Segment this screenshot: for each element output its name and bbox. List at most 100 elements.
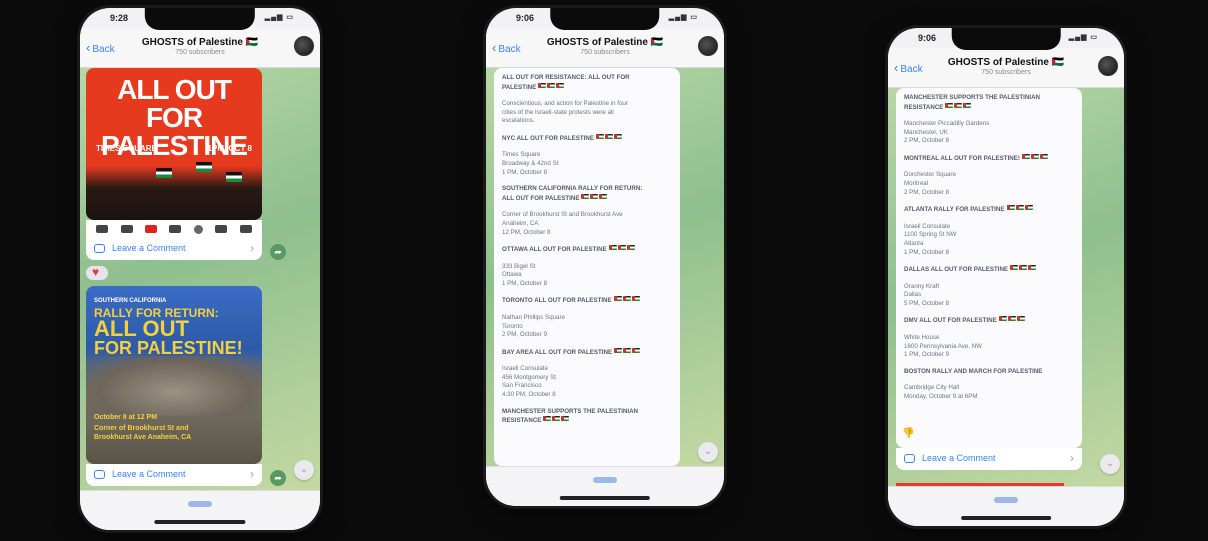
status-bar: 9:06 ▂▄▆ ▭ [888,32,1124,46]
clock: 9:28 [110,13,129,23]
clock: 9:06 [918,33,937,43]
palestine-flag-icon [538,82,565,92]
chevron-right-icon: › [250,241,254,255]
palestine-flag-icon [543,416,570,425]
share-icon[interactable]: ➦ [270,244,286,260]
chevron-right-icon: › [250,467,254,481]
chevron-down-icon[interactable]: ⌄ [1100,454,1120,474]
event-detail: escalations. [502,117,535,125]
chat-header: ‹ Back GHOSTS of Palestine 🇵🇸 750 subscri… [486,28,724,68]
event-heading: TORONTO ALL OUT FOR PALESTINE [502,296,672,306]
event-detail: 2 PM, October 8 [904,137,950,145]
avatar[interactable] [1098,56,1118,76]
chevron-down-icon[interactable]: ⌄ [294,460,314,480]
phone-left: 9:28 ▂▄▆ ▭ ‹ Back GHOSTS of Palestine 🇵🇸 … [80,8,320,530]
event-detail: 1 PM, October 8 [502,279,548,287]
event-detail: Times Square [502,151,541,159]
event-detail: Ottawa [502,271,522,279]
message-bubble[interactable]: MANCHESTER SUPPORTS THE PALESTINIAN RESIS… [896,88,1082,448]
event-detail: 12 PM, October 8 [502,228,551,236]
leave-comment-button[interactable]: Leave a Comment › [86,238,262,260]
event-detail: 4:30 PM, October 8 [502,391,556,399]
event-heading: MANCHESTER SUPPORTS THE PALESTINIAN [502,407,639,415]
status-bar: 9:28 ▂▄▆ ▭ [80,12,320,26]
heart-reaction[interactable]: ♥ [86,265,108,280]
phone-right: 9:06 ▂▄▆ ▭ ‹ Back GHOSTS of Palestine 🇵🇸 … [888,28,1124,526]
sponsor-logos [86,220,262,238]
event-detail: Montreal [904,180,929,188]
event-detail: 2 PM, October 8 [904,188,950,196]
logo [169,225,182,233]
post-image-all-out-nyc[interactable]: ALL OUT FOR PALESTINE TIMES SQUARE 1PM, … [86,68,262,220]
status-bar: 9:06 ▂▄▆ ▭ [486,12,724,26]
event-detail: 1 PM, October 8 [904,248,950,256]
channel-title[interactable]: GHOSTS of Palestine 🇵🇸 [80,37,320,48]
event-detail: Anaheim, CA [502,219,539,227]
event-detail: Dorchester Square [904,171,956,179]
event-heading: SOUTHERN CALIFORNIA RALLY FOR RETURN: [502,185,643,193]
poster-when: October 8 at 12 PM [94,414,158,421]
event-detail: Granny Kraft [904,282,940,290]
palestine-flag-icon [1010,265,1037,274]
logo [239,225,252,233]
leave-comment-button[interactable]: Leave a Comment › [86,464,262,486]
palestine-flag-icon [608,245,636,254]
chevron-down-icon[interactable]: ⌄ [698,442,718,462]
post-image-socal-rally[interactable]: SOUTHERN CALIFORNIA RALLY FOR RETURN: AL… [86,286,262,464]
unmute-button[interactable] [188,501,212,507]
event-detail: Broadway & 42nd St [502,160,559,168]
event-heading: ATLANTA RALLY FOR PALESTINE [904,205,1074,215]
bottom-bar [888,486,1124,526]
flag-icon [156,168,172,178]
chat-area[interactable]: ALL OUT FOR PALESTINE TIMES SQUARE 1PM, … [80,68,320,490]
event-detail: 1100 Spring St NW [904,231,957,239]
event-detail: Conscientious, and action for Palestine … [502,100,628,108]
chat-area[interactable]: MANCHESTER SUPPORTS THE PALESTINIAN RESIS… [888,88,1124,486]
leave-comment-button[interactable]: Leave a Comment › [896,448,1082,470]
event-detail: San Francisco [502,382,542,390]
palestine-flag-icon [1021,153,1049,163]
event-detail: 1 PM, October 9 [904,351,950,359]
event-heading: DALLAS ALL OUT FOR PALESTINE [904,265,1074,275]
home-indicator[interactable] [559,496,651,500]
channel-subscribers: 750 subscribers [981,69,1031,76]
channel-subscribers: 750 subscribers [175,49,225,56]
event-detail: Toronto [502,322,523,330]
avatar[interactable] [698,36,718,56]
event-detail: cities of the Israeli-state protests wer… [502,108,614,116]
event-heading: PALESTINE [502,82,672,93]
event-detail: Israeli Consulate [904,222,951,230]
chat-area[interactable]: ALL OUT FOR RESISTANCE: ALL OUT FOR PALES… [486,68,724,466]
event-heading: MANCHESTER SUPPORTS THE PALESTINIAN [904,94,1041,101]
home-indicator[interactable] [154,520,246,524]
unmute-button[interactable] [994,497,1018,503]
poster-line3: FOR PALESTINE! [94,338,243,358]
palestine-flag-icon [596,133,623,143]
reaction-icon[interactable]: 👎 [902,428,914,439]
poster-time: 1PM, OCT 8 [207,144,252,153]
channel-title[interactable]: GHOSTS of Palestine 🇵🇸 [486,37,724,48]
unmute-button[interactable] [593,477,617,483]
home-indicator[interactable] [961,516,1051,520]
event-detail: 1 PM, October 8 [502,168,548,176]
channel-title[interactable]: GHOSTS of Palestine 🇵🇸 [888,57,1124,68]
message-bubble[interactable]: ALL OUT FOR RESISTANCE: ALL OUT FOR PALES… [494,68,680,466]
comment-icon [94,470,105,479]
event-detail: 333 Bigel St [502,262,536,270]
event-detail: 1600 Pennsylvania Ave, NW [904,342,982,350]
share-icon[interactable]: ➦ [270,470,286,486]
avatar[interactable] [294,36,314,56]
logo [145,225,158,233]
event-heading: DMV ALL OUT FOR PALESTINE [904,316,1074,326]
